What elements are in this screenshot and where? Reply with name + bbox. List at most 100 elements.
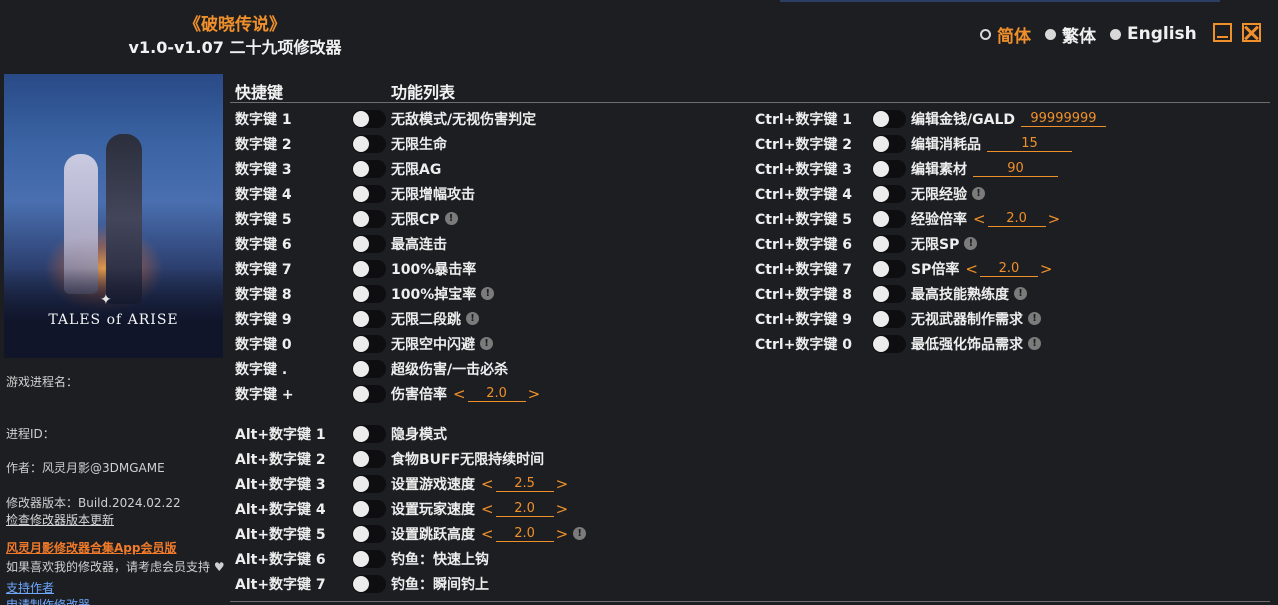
top-accent-line [780, 0, 1220, 2]
toggle-switch[interactable] [352, 384, 386, 403]
info-icon[interactable]: ! [1028, 337, 1041, 350]
toggle-switch[interactable] [872, 259, 906, 278]
info-icon[interactable]: ! [573, 527, 587, 540]
feature-label: 编辑素材 [911, 161, 967, 178]
value-stepper[interactable]: <2.0 > [481, 525, 568, 543]
info-icon[interactable]: ! [1028, 312, 1041, 325]
hotkey-label: Ctrl+数字键 6 [755, 236, 853, 253]
increase-arrow-icon[interactable]: > [528, 385, 541, 403]
toggle-switch[interactable] [352, 109, 386, 128]
decrease-arrow-icon[interactable]: < [973, 210, 986, 228]
increase-arrow-icon[interactable]: > [556, 500, 569, 518]
feature-item: 无限经验! [911, 184, 985, 204]
increase-arrow-icon[interactable]: > [1048, 210, 1061, 228]
value-stepper[interactable]: <2.0 > [965, 260, 1052, 278]
toggle-switch[interactable] [872, 334, 906, 353]
decrease-arrow-icon[interactable]: < [453, 385, 466, 403]
check-update-link[interactable]: 检查修改器版本更新 [6, 511, 114, 528]
value-input[interactable]: 15 [987, 136, 1072, 152]
toggle-switch[interactable] [872, 184, 906, 203]
hotkey-label: Alt+数字键 6 [235, 551, 326, 568]
value-stepper[interactable]: <2.0 > [973, 210, 1060, 228]
stepper-value[interactable]: 2.0 [987, 211, 1046, 227]
feature-item: 食物BUFF无限持续时间 [391, 449, 544, 469]
process-name-label: 游戏进程名： [6, 375, 79, 389]
toggle-switch[interactable] [352, 499, 386, 518]
toggle-switch[interactable] [872, 234, 906, 253]
stepper-value[interactable]: 2.0 [467, 386, 526, 402]
toggle-switch[interactable] [352, 309, 386, 328]
hotkey-label: Alt+数字键 1 [235, 426, 326, 443]
toggle-switch[interactable] [352, 449, 386, 468]
toggle-switch[interactable] [352, 209, 386, 228]
option-row: Ctrl+数字键 3 编辑素材 90 [755, 156, 1255, 181]
custom-trainer-link[interactable]: 申请制作修改器 [6, 596, 90, 605]
version-text: 修改器版本：Build.2024.02.22 [6, 496, 181, 510]
option-row: Alt+数字键 7 钓鱼：瞬间钓上 [235, 571, 755, 596]
toggle-switch[interactable] [352, 474, 386, 493]
hotkey-label: 数字键 7 [235, 261, 292, 278]
toggle-switch[interactable] [872, 209, 906, 228]
feature-label: 编辑消耗品 [911, 136, 981, 153]
increase-arrow-icon[interactable]: > [1040, 260, 1053, 278]
option-row: Alt+数字键 4 设置玩家速度 <2.0 > [235, 496, 755, 521]
hotkey-label: 数字键 0 [235, 336, 292, 353]
toggle-switch[interactable] [352, 524, 386, 543]
feature-label: 最高技能熟练度 [911, 286, 1009, 303]
vip-app-link[interactable]: 风灵月影修改器合集App会员版 [6, 539, 176, 556]
value-stepper[interactable]: <2.0 > [453, 385, 540, 403]
toggle-switch[interactable] [352, 159, 386, 178]
toggle-switch[interactable] [352, 334, 386, 353]
value-input[interactable]: 90 [973, 161, 1058, 177]
hotkey-label: 数字键 2 [235, 136, 292, 153]
increase-arrow-icon[interactable]: > [556, 475, 569, 493]
toggle-switch[interactable] [872, 109, 906, 128]
lang-option-simplified[interactable]: 简体 [980, 22, 1031, 47]
hotkey-column-header: 快捷键 [235, 83, 284, 102]
value-stepper[interactable]: <2.0 > [481, 500, 568, 518]
toggle-switch[interactable] [352, 259, 386, 278]
toggle-switch[interactable] [872, 284, 906, 303]
stepper-value[interactable]: 2.0 [495, 501, 554, 517]
decrease-arrow-icon[interactable]: < [965, 260, 978, 278]
decrease-arrow-icon[interactable]: < [481, 525, 494, 543]
toggle-switch[interactable] [352, 184, 386, 203]
toggle-switch[interactable] [352, 284, 386, 303]
hotkey-label: Ctrl+数字键 5 [755, 211, 853, 228]
stepper-value[interactable]: 2.0 [979, 261, 1038, 277]
value-input[interactable]: 99999999 [1020, 111, 1106, 127]
title-block: 《破晓传说》 v1.0-v1.07 二十九项修改器 [100, 14, 370, 60]
info-icon[interactable]: ! [481, 287, 495, 300]
close-icon[interactable] [1242, 23, 1261, 42]
lang-option-english[interactable]: English [1110, 24, 1197, 44]
feature-label: 无限增幅攻击 [391, 186, 475, 203]
option-row: 数字键 1 无敌模式/无视伤害判定 [235, 106, 755, 131]
info-icon[interactable]: ! [1014, 287, 1027, 300]
info-icon[interactable]: ! [964, 237, 978, 250]
support-author-link[interactable]: 支持作者 [6, 579, 54, 596]
toggle-switch[interactable] [352, 134, 386, 153]
value-stepper[interactable]: <2.5 > [481, 475, 568, 493]
radio-icon [1110, 28, 1121, 40]
info-icon[interactable]: ! [480, 337, 493, 350]
stepper-value[interactable]: 2.5 [495, 476, 554, 492]
toggle-switch[interactable] [352, 424, 386, 443]
decrease-arrow-icon[interactable]: < [481, 475, 494, 493]
toggle-switch[interactable] [872, 134, 906, 153]
stepper-value[interactable]: 2.0 [495, 526, 554, 542]
minimize-icon[interactable] [1213, 23, 1232, 42]
increase-arrow-icon[interactable]: > [556, 525, 569, 543]
info-icon[interactable]: ! [444, 212, 458, 225]
toggle-switch[interactable] [352, 549, 386, 568]
feature-label: 编辑金钱/GALD [911, 111, 1015, 128]
toggle-switch[interactable] [872, 159, 906, 178]
toggle-switch[interactable] [352, 234, 386, 253]
decrease-arrow-icon[interactable]: < [481, 500, 494, 518]
toggle-switch[interactable] [352, 359, 386, 378]
lang-option-traditional[interactable]: 繁体 [1045, 22, 1096, 47]
info-icon[interactable]: ! [972, 187, 985, 200]
toggle-switch[interactable] [352, 574, 386, 593]
info-icon[interactable]: ! [466, 312, 479, 325]
toggle-switch[interactable] [872, 309, 906, 328]
feature-item: 最高技能熟练度! [911, 284, 1027, 304]
